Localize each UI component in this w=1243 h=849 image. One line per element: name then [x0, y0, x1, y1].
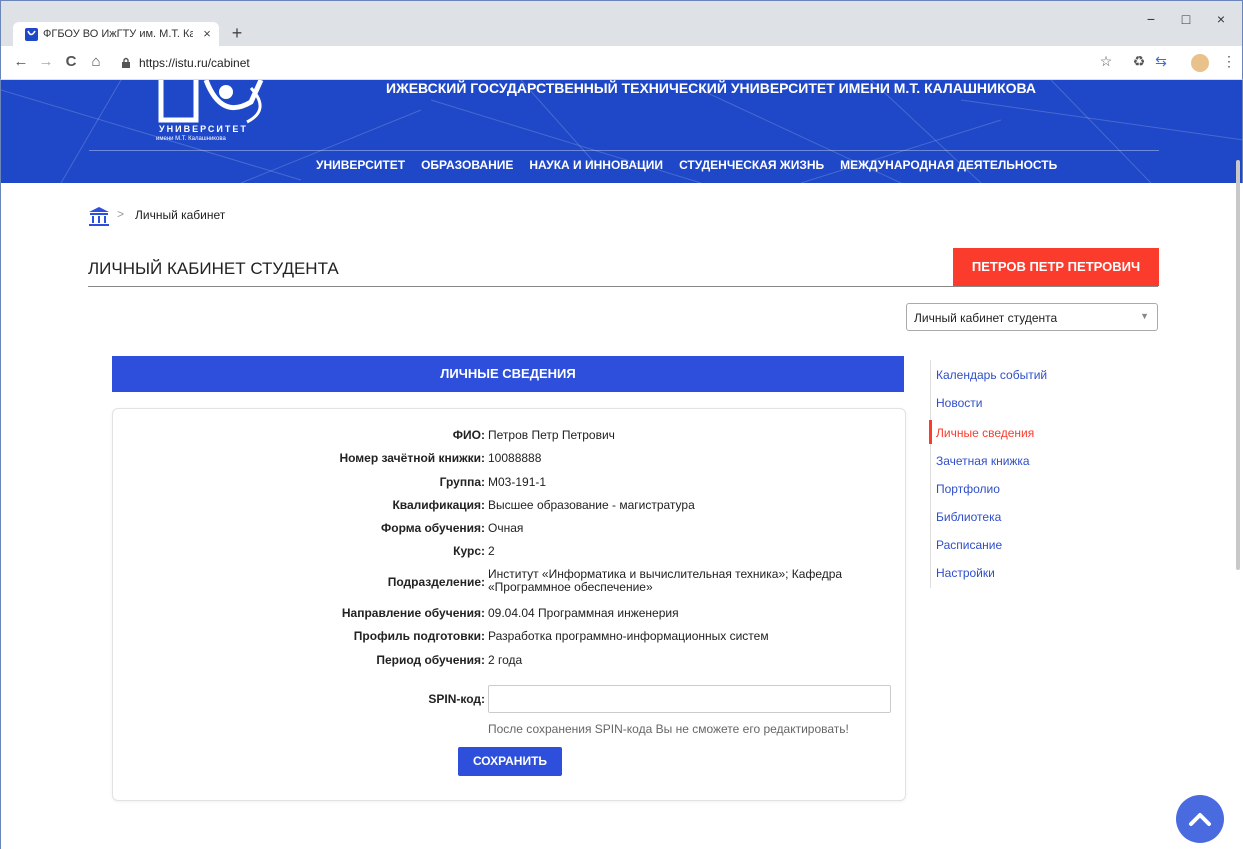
bookmark-star-icon[interactable]: ☆: [1096, 53, 1116, 70]
nav-item-student-life[interactable]: СТУДЕНЧЕСКАЯ ЖИЗНЬ: [679, 158, 824, 172]
side-item-library[interactable]: Библиотека: [936, 510, 1001, 524]
main-navigation: УНИВЕРСИТЕТ ОБРАЗОВАНИЕ НАУКА И ИННОВАЦИ…: [316, 158, 1073, 172]
nav-item-science[interactable]: НАУКА И ИННОВАЦИИ: [529, 158, 663, 172]
side-item-record-book[interactable]: Зачетная книжка: [936, 454, 1030, 468]
nav-item-university[interactable]: УНИВЕРСИТЕТ: [316, 158, 405, 172]
qualification-value: Высшее образование - магистратура: [488, 498, 695, 512]
maximize-button[interactable]: □: [1166, 11, 1206, 27]
personal-info-card: ФИО: Петров Петр Петрович Номер зачётной…: [112, 408, 906, 801]
address-bar-row: ← → C ⌂ https://istu.ru/cabinet ☆ ♻ ⇆ ⋮: [0, 46, 1243, 80]
forward-icon[interactable]: →: [36, 53, 56, 70]
spin-code-hint: После сохранения SPIN-кода Вы не сможете…: [488, 722, 849, 736]
cabinet-select[interactable]: Личный кабинет студента ▼: [906, 303, 1158, 331]
department-value: Институт «Информатика и вычислительная т…: [488, 567, 843, 594]
title-divider: [88, 286, 1158, 287]
side-item-portfolio[interactable]: Портфолио: [936, 482, 1000, 496]
department-label: Подразделение:: [387, 575, 485, 589]
new-tab-button[interactable]: +: [227, 23, 247, 43]
tab-title: ФГБОУ ВО ИжГТУ им. М.Т. Калашникова: [43, 28, 193, 40]
side-item-settings[interactable]: Настройки: [936, 566, 995, 580]
window-left-border: [0, 80, 1, 849]
logo-text: УНИВЕРСИТЕТ: [159, 124, 248, 134]
side-item-schedule[interactable]: Расписание: [936, 538, 1002, 552]
tab-close-icon[interactable]: ×: [199, 26, 215, 41]
qualification-label: Квалификация:: [392, 498, 485, 512]
course-label: Курс:: [453, 544, 485, 558]
url-field[interactable]: https://istu.ru/cabinet: [121, 51, 1101, 75]
side-item-personal-info[interactable]: Личные сведения: [936, 426, 1034, 440]
close-window-button[interactable]: ×: [1201, 11, 1241, 27]
side-item-news[interactable]: Новости: [936, 396, 982, 410]
period-value: 2 года: [488, 653, 523, 667]
direction-value: 09.04.04 Программная инженерия: [488, 606, 679, 620]
profile-avatar[interactable]: [1191, 54, 1209, 72]
browser-tab-bar: ФГБОУ ВО ИжГТУ им. М.Т. Калашникова × + …: [0, 0, 1243, 47]
university-favicon-icon: [25, 28, 38, 41]
reload-icon[interactable]: C: [61, 53, 81, 70]
university-title: ИЖЕВСКИЙ ГОСУДАРСТВЕННЫЙ ТЕХНИЧЕСКИЙ УНИ…: [386, 80, 1037, 96]
profile-label: Профиль подготовки:: [353, 629, 485, 643]
url-text: https://istu.ru/cabinet: [139, 56, 250, 70]
browser-tab[interactable]: ФГБОУ ВО ИжГТУ им. М.Т. Калашникова ×: [13, 22, 219, 47]
group-label: Группа:: [439, 475, 485, 489]
browser-menu-icon[interactable]: ⋮: [1219, 53, 1239, 70]
page-scrollbar[interactable]: [1236, 160, 1240, 570]
record-book-label: Номер зачётной книжки:: [339, 451, 485, 465]
spin-code-input[interactable]: [488, 685, 891, 713]
translate-icon[interactable]: ⇆: [1151, 53, 1171, 70]
section-title: ЛИЧНЫЕ СВЕДЕНИЯ: [112, 356, 904, 392]
profile-value: Разработка программно-информационных сис…: [488, 629, 769, 643]
chevron-up-icon: [1189, 813, 1211, 826]
extension-recycle-icon[interactable]: ♻: [1129, 53, 1149, 70]
header-divider: [89, 150, 1159, 151]
scroll-to-top-button[interactable]: [1176, 795, 1224, 843]
nav-item-education[interactable]: ОБРАЗОВАНИЕ: [421, 158, 513, 172]
group-value: М03-191-1: [488, 475, 547, 489]
save-button[interactable]: СОХРАНИТЬ: [458, 747, 562, 776]
side-item-calendar[interactable]: Календарь событий: [936, 368, 1047, 382]
spin-code-label: SPIN-код:: [428, 692, 485, 706]
logo-subtext: имени М.Т. Калашникова: [156, 136, 226, 142]
home-icon[interactable]: [88, 205, 110, 227]
breadcrumb-separator-icon: >: [117, 207, 125, 221]
fio-value: Петров Петр Петрович: [488, 428, 615, 442]
direction-label: Направление обучения:: [341, 606, 485, 620]
minimize-button[interactable]: −: [1131, 11, 1171, 27]
user-name-button[interactable]: ПЕТРОВ ПЕТР ПЕТРОВИЧ: [953, 248, 1159, 286]
record-book-value: 10088888: [488, 451, 542, 465]
back-icon[interactable]: ←: [11, 53, 31, 70]
side-menu-active-indicator: [929, 420, 932, 444]
side-menu: Календарь событий Новости Личные сведени…: [929, 360, 1080, 588]
page-title: ЛИЧНЫЙ КАБИНЕТ СТУДЕНТА: [88, 259, 339, 278]
period-label: Период обучения:: [376, 653, 485, 667]
lock-icon: [122, 57, 130, 68]
course-value: 2: [488, 544, 495, 558]
breadcrumb-current: Личный кабинет: [135, 208, 226, 222]
study-form-label: Форма обучения:: [381, 521, 485, 535]
fio-label: ФИО:: [452, 428, 485, 442]
study-form-value: Очная: [488, 521, 524, 535]
site-header: УНИВЕРСИТЕТ имени М.Т. Калашникова ИЖЕВС…: [0, 80, 1243, 183]
nav-item-international[interactable]: МЕЖДУНАРОДНАЯ ДЕЯТЕЛЬНОСТЬ: [840, 158, 1057, 172]
home-browser-icon[interactable]: ⌂: [86, 53, 106, 70]
chevron-down-icon: ▼: [1140, 311, 1149, 321]
cabinet-select-value: Личный кабинет студента: [914, 311, 1058, 325]
